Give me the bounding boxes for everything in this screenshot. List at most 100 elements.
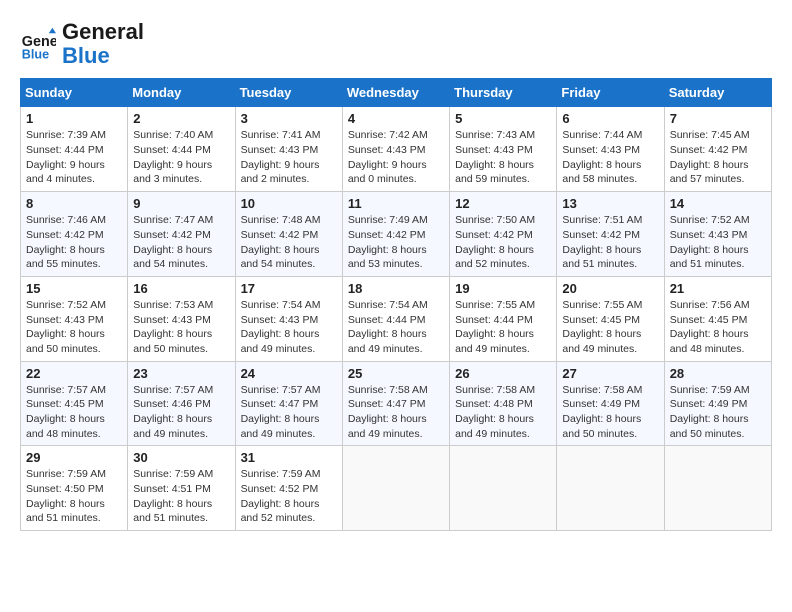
calendar-cell: 29 Sunrise: 7:59 AM Sunset: 4:50 PM Dayli… — [21, 446, 128, 531]
calendar-cell: 13 Sunrise: 7:51 AM Sunset: 4:42 PM Dayli… — [557, 192, 664, 277]
calendar-cell: 20 Sunrise: 7:55 AM Sunset: 4:45 PM Dayli… — [557, 276, 664, 361]
weekday-header: Sunday — [21, 79, 128, 107]
day-number: 9 — [133, 196, 229, 211]
calendar-cell: 4 Sunrise: 7:42 AM Sunset: 4:43 PM Daylig… — [342, 107, 449, 192]
calendar-cell: 10 Sunrise: 7:48 AM Sunset: 4:42 PM Dayli… — [235, 192, 342, 277]
day-number: 19 — [455, 281, 551, 296]
calendar-cell — [450, 446, 557, 531]
calendar-cell: 19 Sunrise: 7:55 AM Sunset: 4:44 PM Dayli… — [450, 276, 557, 361]
day-number: 30 — [133, 450, 229, 465]
calendar-cell: 18 Sunrise: 7:54 AM Sunset: 4:44 PM Dayli… — [342, 276, 449, 361]
day-number: 24 — [241, 366, 337, 381]
day-number: 3 — [241, 111, 337, 126]
day-info: Sunrise: 7:59 AM Sunset: 4:52 PM Dayligh… — [241, 467, 337, 526]
day-number: 28 — [670, 366, 766, 381]
day-info: Sunrise: 7:47 AM Sunset: 4:42 PM Dayligh… — [133, 213, 229, 272]
logo: General Blue General Blue — [20, 20, 144, 68]
day-number: 4 — [348, 111, 444, 126]
day-number: 12 — [455, 196, 551, 211]
day-number: 13 — [562, 196, 658, 211]
day-info: Sunrise: 7:44 AM Sunset: 4:43 PM Dayligh… — [562, 128, 658, 187]
calendar-cell: 9 Sunrise: 7:47 AM Sunset: 4:42 PM Daylig… — [128, 192, 235, 277]
calendar-cell — [342, 446, 449, 531]
calendar-cell: 6 Sunrise: 7:44 AM Sunset: 4:43 PM Daylig… — [557, 107, 664, 192]
day-info: Sunrise: 7:58 AM Sunset: 4:47 PM Dayligh… — [348, 383, 444, 442]
weekday-header: Saturday — [664, 79, 771, 107]
day-info: Sunrise: 7:58 AM Sunset: 4:49 PM Dayligh… — [562, 383, 658, 442]
day-number: 6 — [562, 111, 658, 126]
day-info: Sunrise: 7:46 AM Sunset: 4:42 PM Dayligh… — [26, 213, 122, 272]
day-info: Sunrise: 7:54 AM Sunset: 4:43 PM Dayligh… — [241, 298, 337, 357]
calendar-week: 29 Sunrise: 7:59 AM Sunset: 4:50 PM Dayli… — [21, 446, 772, 531]
day-info: Sunrise: 7:56 AM Sunset: 4:45 PM Dayligh… — [670, 298, 766, 357]
day-info: Sunrise: 7:50 AM Sunset: 4:42 PM Dayligh… — [455, 213, 551, 272]
day-info: Sunrise: 7:39 AM Sunset: 4:44 PM Dayligh… — [26, 128, 122, 187]
day-info: Sunrise: 7:48 AM Sunset: 4:42 PM Dayligh… — [241, 213, 337, 272]
calendar-cell: 3 Sunrise: 7:41 AM Sunset: 4:43 PM Daylig… — [235, 107, 342, 192]
day-number: 10 — [241, 196, 337, 211]
weekday-header: Tuesday — [235, 79, 342, 107]
day-number: 31 — [241, 450, 337, 465]
calendar-week: 8 Sunrise: 7:46 AM Sunset: 4:42 PM Daylig… — [21, 192, 772, 277]
calendar-cell: 24 Sunrise: 7:57 AM Sunset: 4:47 PM Dayli… — [235, 361, 342, 446]
day-info: Sunrise: 7:43 AM Sunset: 4:43 PM Dayligh… — [455, 128, 551, 187]
day-info: Sunrise: 7:59 AM Sunset: 4:51 PM Dayligh… — [133, 467, 229, 526]
day-number: 16 — [133, 281, 229, 296]
day-info: Sunrise: 7:58 AM Sunset: 4:48 PM Dayligh… — [455, 383, 551, 442]
weekday-header: Wednesday — [342, 79, 449, 107]
day-info: Sunrise: 7:41 AM Sunset: 4:43 PM Dayligh… — [241, 128, 337, 187]
weekday-header: Thursday — [450, 79, 557, 107]
weekday-header: Friday — [557, 79, 664, 107]
calendar-week: 15Sunrise: 7:52 AM Sunset: 4:43 PM Dayli… — [21, 276, 772, 361]
calendar-cell: 25 Sunrise: 7:58 AM Sunset: 4:47 PM Dayli… — [342, 361, 449, 446]
day-info: Sunrise: 7:52 AM Sunset: 4:43 PM Dayligh… — [670, 213, 766, 272]
weekday-header: Monday — [128, 79, 235, 107]
day-number: 7 — [670, 111, 766, 126]
calendar-cell: 14 Sunrise: 7:52 AM Sunset: 4:43 PM Dayli… — [664, 192, 771, 277]
calendar-cell: 11Sunrise: 7:49 AM Sunset: 4:42 PM Dayli… — [342, 192, 449, 277]
day-info: Sunrise: 7:59 AM Sunset: 4:50 PM Dayligh… — [26, 467, 122, 526]
calendar-cell: 22 Sunrise: 7:57 AM Sunset: 4:45 PM Dayli… — [21, 361, 128, 446]
day-number: 25 — [348, 366, 444, 381]
day-number: 5 — [455, 111, 551, 126]
calendar-cell: 2Sunrise: 7:40 AM Sunset: 4:44 PM Daylig… — [128, 107, 235, 192]
calendar-cell: 1Sunrise: 7:39 AM Sunset: 4:44 PM Daylig… — [21, 107, 128, 192]
calendar-cell — [664, 446, 771, 531]
day-info: Sunrise: 7:57 AM Sunset: 4:47 PM Dayligh… — [241, 383, 337, 442]
calendar-cell: 26 Sunrise: 7:58 AM Sunset: 4:48 PM Dayli… — [450, 361, 557, 446]
day-number: 26 — [455, 366, 551, 381]
calendar-cell: 15Sunrise: 7:52 AM Sunset: 4:43 PM Dayli… — [21, 276, 128, 361]
calendar-cell: 17 Sunrise: 7:54 AM Sunset: 4:43 PM Dayli… — [235, 276, 342, 361]
day-number: 22 — [26, 366, 122, 381]
day-info: Sunrise: 7:51 AM Sunset: 4:42 PM Dayligh… — [562, 213, 658, 272]
calendar-cell: 31 Sunrise: 7:59 AM Sunset: 4:52 PM Dayli… — [235, 446, 342, 531]
day-number: 18 — [348, 281, 444, 296]
calendar-cell: 21Sunrise: 7:56 AM Sunset: 4:45 PM Dayli… — [664, 276, 771, 361]
calendar-cell: 8 Sunrise: 7:46 AM Sunset: 4:42 PM Daylig… — [21, 192, 128, 277]
day-number: 29 — [26, 450, 122, 465]
calendar-cell: 12 Sunrise: 7:50 AM Sunset: 4:42 PM Dayli… — [450, 192, 557, 277]
day-number: 17 — [241, 281, 337, 296]
page-header: General Blue General Blue — [20, 20, 772, 68]
day-number: 23 — [133, 366, 229, 381]
day-number: 14 — [670, 196, 766, 211]
day-number: 27 — [562, 366, 658, 381]
logo-icon: General Blue — [20, 26, 56, 62]
day-info: Sunrise: 7:53 AM Sunset: 4:43 PM Dayligh… — [133, 298, 229, 357]
day-info: Sunrise: 7:57 AM Sunset: 4:45 PM Dayligh… — [26, 383, 122, 442]
day-info: Sunrise: 7:40 AM Sunset: 4:44 PM Dayligh… — [133, 128, 229, 187]
day-number: 11 — [348, 196, 444, 211]
calendar-cell: 7Sunrise: 7:45 AM Sunset: 4:42 PM Daylig… — [664, 107, 771, 192]
day-info: Sunrise: 7:54 AM Sunset: 4:44 PM Dayligh… — [348, 298, 444, 357]
day-info: Sunrise: 7:55 AM Sunset: 4:45 PM Dayligh… — [562, 298, 658, 357]
logo-text: General Blue — [62, 20, 144, 68]
day-number: 8 — [26, 196, 122, 211]
day-info: Sunrise: 7:52 AM Sunset: 4:43 PM Dayligh… — [26, 298, 122, 357]
day-number: 20 — [562, 281, 658, 296]
calendar-cell — [557, 446, 664, 531]
calendar-week: 22 Sunrise: 7:57 AM Sunset: 4:45 PM Dayli… — [21, 361, 772, 446]
calendar-table: SundayMondayTuesdayWednesdayThursdayFrid… — [20, 78, 772, 531]
day-info: Sunrise: 7:42 AM Sunset: 4:43 PM Dayligh… — [348, 128, 444, 187]
day-info: Sunrise: 7:55 AM Sunset: 4:44 PM Dayligh… — [455, 298, 551, 357]
calendar-cell: 28Sunrise: 7:59 AM Sunset: 4:49 PM Dayli… — [664, 361, 771, 446]
